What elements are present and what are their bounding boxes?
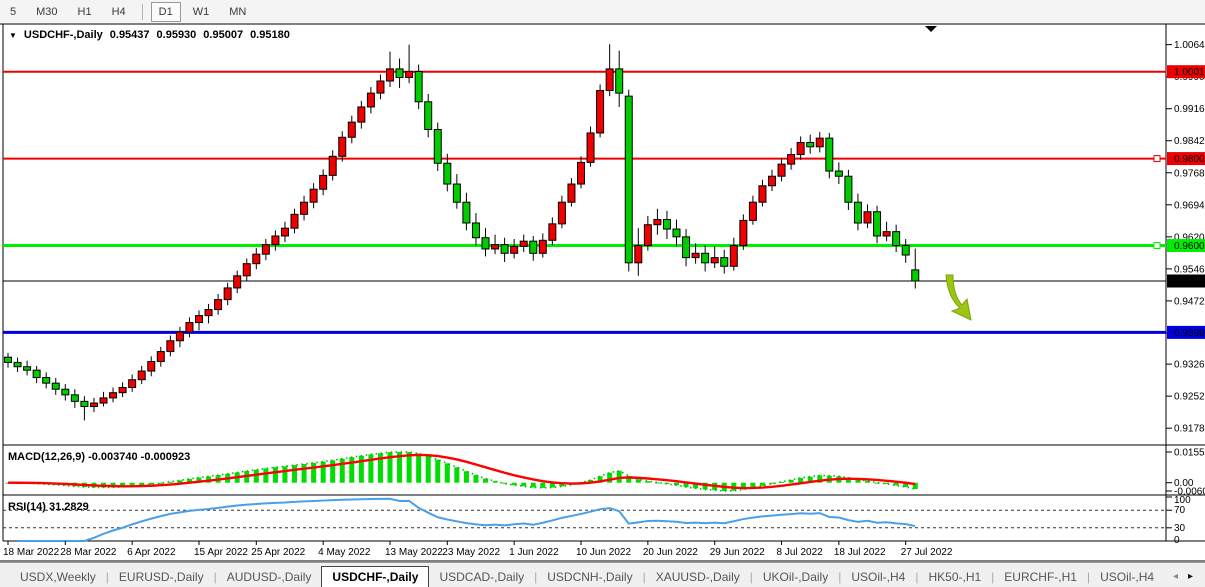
svg-text:20 Jun 2022: 20 Jun 2022	[643, 547, 698, 558]
svg-text:18 Mar 2022: 18 Mar 2022	[3, 547, 60, 558]
macd-label: MACD(12,26,9) -0.003740 -0.000923	[8, 451, 191, 463]
chart-title: ▼ USDCHF-,Daily 0.95437 0.95930 0.95007 …	[9, 29, 290, 41]
timeframe-button-w1[interactable]: W1	[185, 2, 218, 22]
low-value: 0.95007	[203, 29, 244, 41]
price-axis: 1.006400.999000.991600.984200.976800.969…	[1166, 40, 1205, 435]
tab-scroll-right-icon[interactable]: ▸	[1188, 571, 1193, 582]
svg-text:8 Jul 2022: 8 Jul 2022	[777, 547, 824, 558]
svg-text:0.92520: 0.92520	[1174, 392, 1205, 403]
tab-scroll-left-icon[interactable]: ◂	[1173, 571, 1178, 582]
svg-text:27 Jul 2022: 27 Jul 2022	[901, 547, 953, 558]
svg-text:0.98008: 0.98008	[1174, 154, 1205, 165]
tab-audusd-daily[interactable]: AUDUSD-,Daily	[217, 567, 322, 587]
svg-text:0.93993: 0.93993	[1174, 328, 1205, 339]
svg-text:13 May 2022: 13 May 2022	[385, 547, 443, 558]
timeframe-button-m30[interactable]: M30	[28, 2, 65, 22]
date-axis: 18 Mar 2022 28 Mar 2022 6 Apr 2022 15 Apr 2…	[3, 541, 953, 558]
chevron-down-icon[interactable]: ▼	[9, 31, 17, 40]
timeframe-toolbar: 5 M30 H1 H4 D1 W1 MN	[0, 0, 1205, 24]
svg-text:0.015598: 0.015598	[1174, 448, 1205, 459]
svg-text:0.99160: 0.99160	[1174, 104, 1205, 115]
rsi-label: RSI(14) 31.2829	[8, 501, 89, 513]
timeframe-button-mn[interactable]: MN	[221, 2, 254, 22]
tab-ukoil-daily[interactable]: UKOil-,Daily	[753, 567, 838, 587]
tab-usoil-h4[interactable]: USOil-,H4	[1090, 567, 1164, 587]
svg-text:0.96000: 0.96000	[1174, 241, 1205, 252]
svg-text:0.93260: 0.93260	[1174, 360, 1205, 371]
svg-text:0.94720: 0.94720	[1174, 296, 1205, 307]
svg-text:0.98420: 0.98420	[1174, 136, 1205, 147]
chart-tab-bar: USDX,Weekly | EURUSD-,Daily | AUDUSD-,Daily U…	[0, 562, 1205, 587]
svg-text:1 Jun 2022: 1 Jun 2022	[509, 547, 559, 558]
tab-xauusd-daily[interactable]: XAUUSD-,Daily	[646, 567, 750, 587]
tab-usdcnh-daily[interactable]: USDCNH-,Daily	[537, 567, 642, 587]
svg-text:29 Jun 2022: 29 Jun 2022	[710, 547, 765, 558]
rsi-panel: 10070300	[3, 495, 1191, 546]
svg-text:4 May 2022: 4 May 2022	[318, 547, 371, 558]
hline-handle[interactable]	[1153, 242, 1161, 250]
open-value: 0.95437	[109, 29, 150, 41]
svg-text:6 Apr 2022: 6 Apr 2022	[127, 547, 176, 558]
svg-text:28 Mar 2022: 28 Mar 2022	[60, 547, 117, 558]
svg-text:0.95460: 0.95460	[1174, 264, 1205, 275]
symbol-period-label: USDCHF-,Daily	[23, 29, 103, 41]
chart-shift-marker-icon[interactable]	[925, 26, 937, 32]
toolbar-divider	[141, 3, 143, 20]
timeframe-button-5[interactable]: 5	[2, 2, 24, 22]
svg-text:0.97680: 0.97680	[1174, 168, 1205, 179]
horizontal-lines-layer[interactable]	[3, 70, 1166, 334]
svg-text:0.91780: 0.91780	[1174, 424, 1205, 435]
timeframe-button-h4[interactable]: H4	[104, 2, 134, 22]
svg-text:25 Apr 2022: 25 Apr 2022	[251, 547, 305, 558]
tab-eurchf-h1[interactable]: EURCHF-,H1	[994, 567, 1087, 587]
svg-text:23 May 2022: 23 May 2022	[442, 547, 500, 558]
svg-text:18 Jul 2022: 18 Jul 2022	[834, 547, 886, 558]
svg-text:1.00640: 1.00640	[1174, 40, 1205, 51]
svg-text:70: 70	[1174, 505, 1186, 516]
chart-area[interactable]: ▼ USDCHF-,Daily 0.95437 0.95930 0.95007 …	[0, 23, 1205, 562]
tab-hk50-h1[interactable]: HK50-,H1	[918, 567, 991, 587]
tab-usdx-weekly[interactable]: USDX,Weekly	[10, 567, 106, 587]
tab-eurusd-daily[interactable]: EURUSD-,Daily	[109, 567, 214, 587]
candlestick-chart-svg[interactable]: 1.006400.999000.991600.984200.976800.969…	[0, 23, 1205, 562]
tab-usdcad-daily[interactable]: USDCAD-,Daily	[429, 567, 534, 587]
mt4-chart-window: 5 M30 H1 H4 D1 W1 MN ▼ USDCHF-,Daily 0.95437 0…	[0, 0, 1205, 587]
svg-text:0.96940: 0.96940	[1174, 200, 1205, 211]
close-value: 0.95180	[250, 29, 290, 41]
high-value: 0.95930	[156, 29, 197, 41]
svg-text:10 Jun 2022: 10 Jun 2022	[576, 547, 631, 558]
timeframe-button-d1[interactable]: D1	[150, 1, 181, 22]
svg-text:1.00015: 1.00015	[1174, 67, 1205, 78]
candles-layer	[4, 44, 920, 421]
timeframe-button-h1[interactable]: H1	[70, 2, 100, 22]
svg-text:0: 0	[1174, 535, 1180, 546]
hline-handle[interactable]	[1153, 155, 1161, 163]
down-arrow-annotation[interactable]	[945, 274, 972, 321]
tab-usdchf-daily[interactable]: USDCHF-,Daily	[321, 566, 430, 587]
svg-text:0.95180: 0.95180	[1174, 277, 1205, 288]
tab-usoil-h4[interactable]: USOil-,H4	[841, 567, 915, 587]
svg-text:15 Apr 2022: 15 Apr 2022	[194, 547, 248, 558]
svg-text:30: 30	[1174, 523, 1186, 534]
